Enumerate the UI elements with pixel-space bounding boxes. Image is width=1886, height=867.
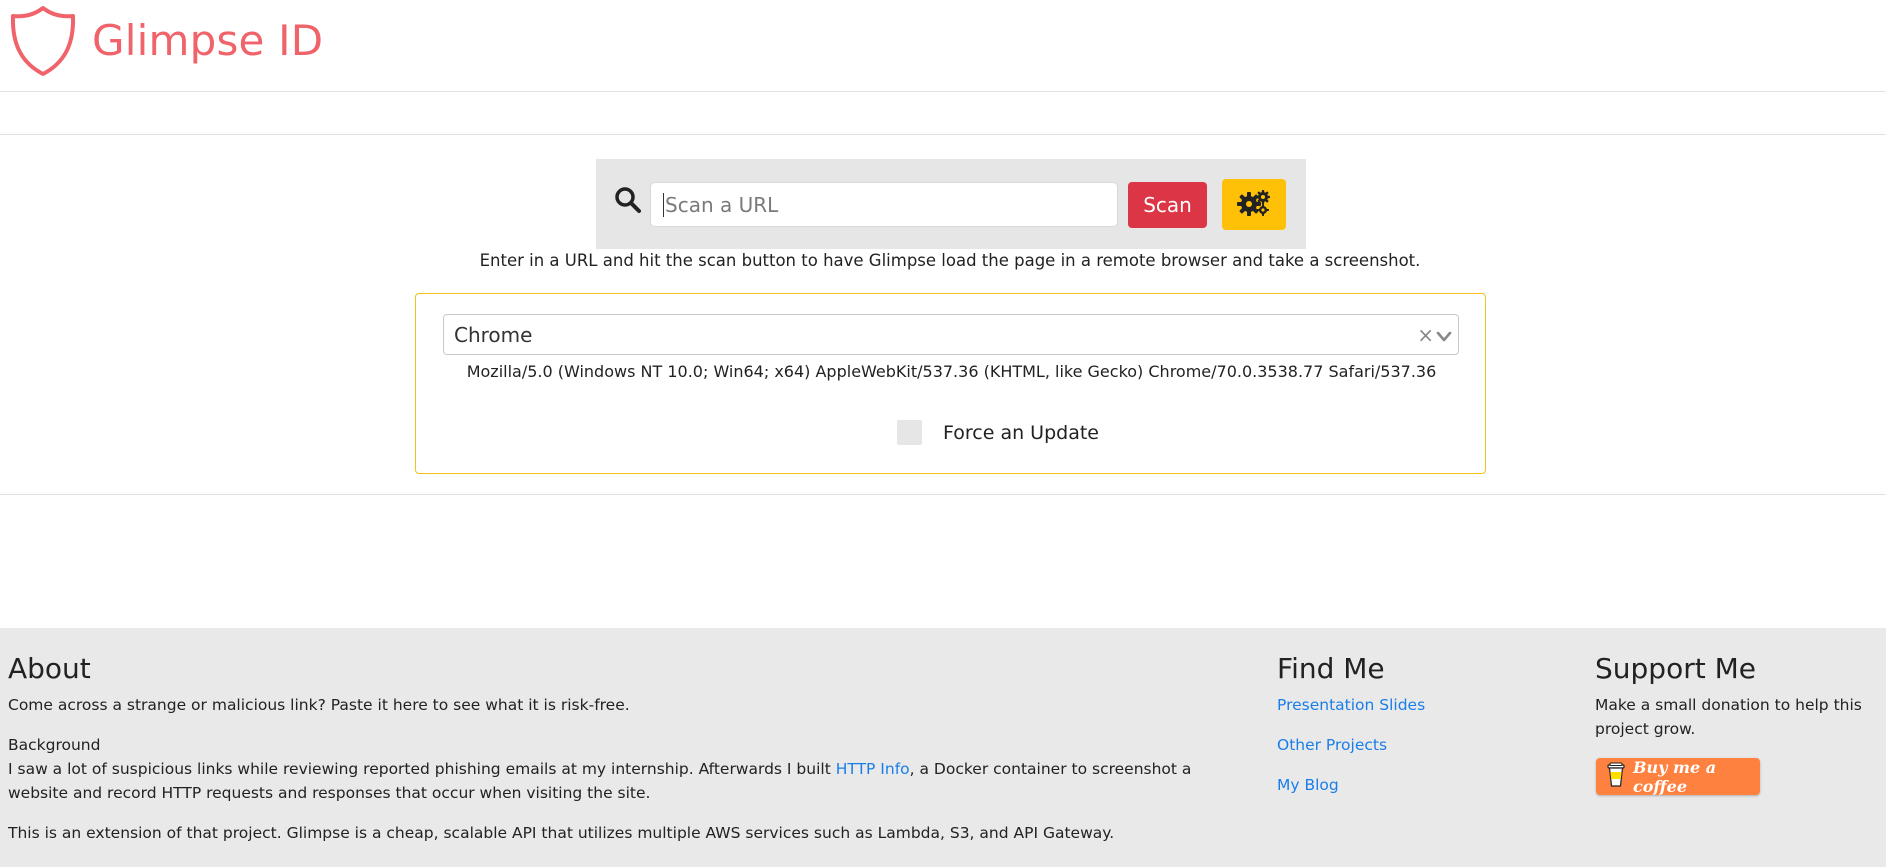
other-projects-link[interactable]: Other Projects: [1277, 733, 1387, 757]
logo-link[interactable]: Glimpse ID: [8, 5, 323, 77]
background-text: I saw a lot of suspicious links while re…: [8, 757, 1238, 805]
force-update-row: Force an Update: [897, 420, 1099, 445]
background-text-pre: I saw a lot of suspicious links while re…: [8, 760, 836, 778]
about-heading: About: [8, 652, 91, 685]
presentation-slides-link[interactable]: Presentation Slides: [1277, 693, 1425, 717]
settings-button[interactable]: [1222, 179, 1286, 230]
force-update-label[interactable]: Force an Update: [943, 422, 1099, 444]
site-header: Glimpse ID: [0, 0, 1886, 92]
scan-button[interactable]: Scan: [1128, 182, 1207, 228]
coffee-cup-icon: [1607, 762, 1625, 792]
helper-text: Enter in a URL and hit the scan button t…: [479, 251, 1421, 270]
browser-select[interactable]: Chrome ×: [443, 314, 1459, 355]
scan-options-panel: Chrome × Mozilla/5.0 (Windows NT 10.0; W…: [415, 293, 1486, 474]
buy-me-a-coffee-button[interactable]: Buy me a coffee: [1596, 757, 1760, 796]
brand-name: Glimpse ID: [92, 15, 324, 65]
background-heading: Background: [8, 736, 101, 754]
divider: [0, 134, 1886, 135]
clear-icon[interactable]: ×: [1417, 323, 1434, 347]
support-text: Make a small donation to help this proje…: [1595, 696, 1862, 738]
search-icon: [614, 186, 642, 214]
chevron-down-icon[interactable]: [1436, 328, 1452, 347]
user-agent-string: Mozilla/5.0 (Windows NT 10.0; Win64; x64…: [466, 362, 1437, 381]
search-panel: Scan: [596, 159, 1306, 249]
my-blog-link[interactable]: My Blog: [1277, 773, 1339, 797]
url-input[interactable]: [650, 182, 1118, 227]
http-info-link[interactable]: HTTP Info: [836, 760, 910, 778]
force-update-checkbox[interactable]: [897, 420, 922, 445]
find-me-heading: Find Me: [1277, 652, 1385, 685]
gears-icon: [1237, 189, 1271, 221]
support-heading: Support Me: [1595, 652, 1756, 685]
text-caret: [663, 193, 664, 217]
about-intro: Come across a strange or malicious link?…: [8, 696, 630, 714]
shield-icon: [8, 5, 78, 77]
browser-selected-value: Chrome: [454, 323, 533, 347]
site-footer: About Come across a strange or malicious…: [0, 628, 1886, 867]
divider: [0, 494, 1886, 495]
extension-text: This is an extension of that project. Gl…: [8, 824, 1115, 842]
coffee-button-label: Buy me a coffee: [1633, 757, 1717, 796]
